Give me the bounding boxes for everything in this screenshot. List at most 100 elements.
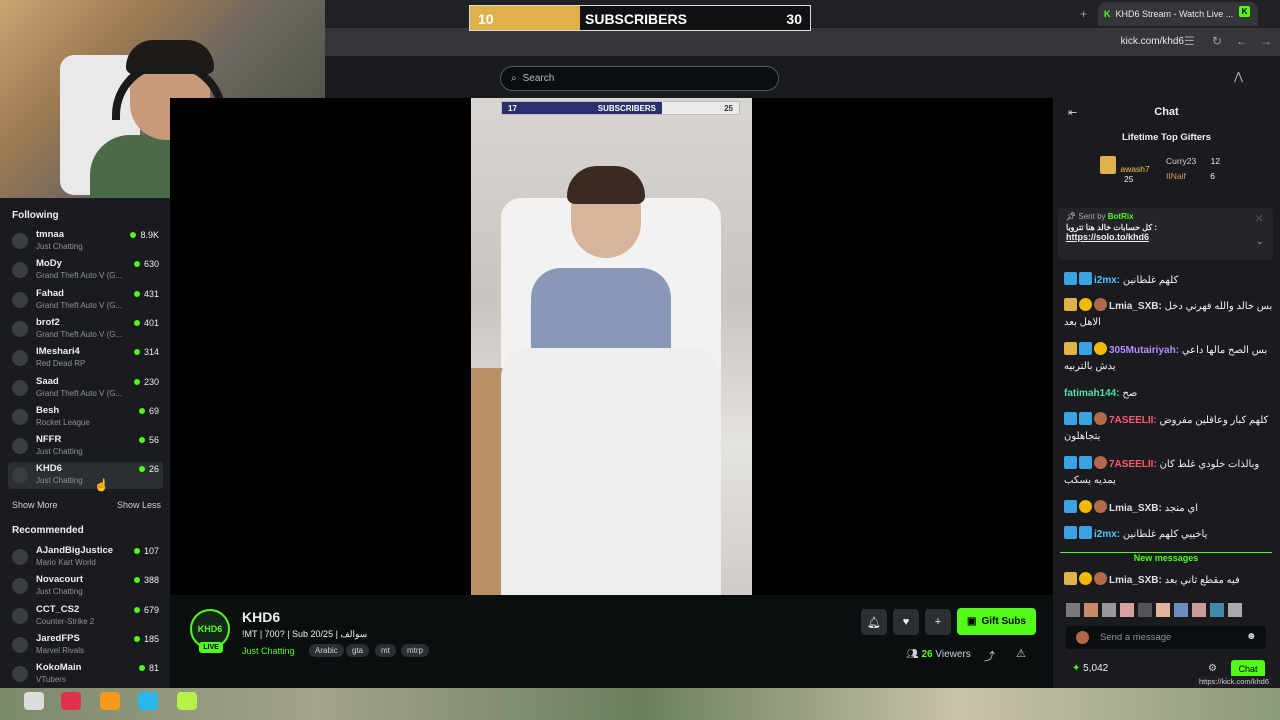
channel-avatar	[12, 291, 28, 308]
follow-heart-button[interactable]: ♥	[893, 609, 919, 635]
search-icon: ⌕	[511, 73, 517, 84]
sidebar-channel-recommended[interactable]: JaredFPS Marvel Rivals 185	[8, 632, 163, 659]
browser-tab[interactable]: K KHD6 Stream - Watch Live ...	[1098, 2, 1258, 26]
chat-username[interactable]: 305Mutairiyah:	[1109, 345, 1179, 356]
chat-badge-icon	[1094, 298, 1107, 311]
channel-avatar	[12, 549, 28, 565]
chat-username[interactable]: Lmia_SXB:	[1109, 301, 1162, 312]
kick-extension-icon[interactable]: K	[1239, 6, 1250, 17]
emoji-icon[interactable]: ☻	[1246, 631, 1257, 642]
search-input[interactable]: ⌕ Search	[500, 66, 779, 91]
chat-username[interactable]: i2mx:	[1094, 275, 1120, 286]
gifter-3[interactable]: IINaif 6	[1166, 171, 1215, 181]
channel-name: Saad	[36, 375, 59, 387]
new-tab-icon[interactable]: +	[1080, 7, 1087, 21]
chat-text: ياخييي كلهم غلطانين	[1122, 529, 1208, 540]
search-placeholder: Search	[522, 73, 555, 84]
gifter-1[interactable]: awash7 25	[1100, 156, 1150, 184]
bell-icon: 🔔︎	[867, 616, 881, 629]
channel-name: CCT_CS2	[36, 603, 80, 615]
chat-message: Lmia_SXB: اي منجد	[1064, 500, 1274, 517]
taskbar-app-icon[interactable]	[177, 692, 197, 710]
share-icon[interactable]: ⤴	[984, 648, 995, 664]
channel-category: Rocket League	[36, 417, 90, 427]
pinned-text: كل حسابات خالد هنا تتروبا :	[1066, 223, 1158, 232]
tag-arabic[interactable]: Arabic	[309, 644, 344, 657]
pinned-link[interactable]: https://solo.to/khd6	[1066, 232, 1265, 242]
mouse-cursor-icon: ☝	[94, 478, 109, 492]
reader-icon[interactable]: ☰	[1184, 34, 1195, 48]
sidebar-channel-following[interactable]: tmnaa Just Chatting 8.9K	[8, 228, 163, 255]
chat-username[interactable]: Lmia_SXB:	[1109, 503, 1162, 514]
channel-points[interactable]: ✦ 5,042	[1072, 663, 1108, 674]
sub-goal-current: 10	[470, 6, 580, 30]
sidebar-channel-following[interactable]: Fahad Grand Theft Auto V (G... 431	[8, 287, 163, 314]
sidebar-channel-following[interactable]: NFFR Just Chatting 56	[8, 433, 163, 460]
gift-subs-button[interactable]: ▣ Gift Subs	[957, 608, 1036, 635]
channel-viewers: 81	[138, 663, 159, 673]
channel-avatar	[12, 467, 28, 484]
tag-gta[interactable]: gta	[346, 644, 370, 657]
back-icon[interactable]: ←	[1236, 34, 1248, 48]
chat-badge-icon	[1094, 412, 1107, 425]
report-icon[interactable]: ⚠	[1016, 647, 1026, 660]
pinned-message[interactable]: 📌︎ Sent by BotRix كل حسابات خالد هنا تتر…	[1058, 208, 1273, 260]
sidebar-channel-following[interactable]: Besh Rocket League 69	[8, 404, 163, 431]
sidebar-channel-following[interactable]: IMeshari4 Red Dead RP 314	[8, 345, 163, 372]
streamer-name[interactable]: KHD6	[242, 609, 280, 625]
stream-category[interactable]: Just Chatting	[242, 646, 295, 656]
channel-viewers: 69	[138, 406, 159, 416]
channel-name: tmnaa	[36, 229, 64, 240]
taskbar-app-icon[interactable]	[61, 692, 81, 710]
sidebar-channel-recommended[interactable]: KokoMain VTubers 81	[8, 661, 163, 688]
live-dot-icon	[133, 606, 140, 613]
taskbar-app-icon[interactable]	[24, 692, 44, 710]
chat-badge-icon	[1064, 500, 1077, 513]
reload-icon[interactable]: ↻	[1212, 34, 1222, 48]
chat-text: صح	[1122, 388, 1138, 399]
channel-name: JaredFPS	[36, 632, 80, 644]
sub-goal-target: 30	[786, 11, 802, 27]
chat-input-placeholder: Send a message	[1100, 632, 1172, 643]
channel-avatar	[12, 379, 28, 396]
chat-input[interactable]: Send a message	[1066, 626, 1266, 649]
live-dot-icon	[133, 577, 140, 584]
taskbar-app-icon[interactable]	[138, 692, 158, 710]
sidebar-channel-following[interactable]: KHD6 Just Chatting 26	[8, 462, 163, 490]
sidebar-channel-recommended[interactable]: AJandBigJustice Mario Kart World 107	[8, 544, 163, 571]
notification-bell-button[interactable]: 🔔︎	[861, 609, 887, 635]
heart-icon: ♥	[902, 616, 910, 628]
gift-subs-label: Gift Subs	[981, 616, 1026, 627]
sidebar-channel-following[interactable]: Saad Grand Theft Auto V (G... 230	[8, 375, 163, 402]
chat-badge-icon	[1064, 272, 1077, 285]
chat-username[interactable]: 7ASEELII:	[1109, 459, 1157, 470]
forward-icon[interactable]: →	[1260, 34, 1272, 48]
tab-title: KHD6 Stream - Watch Live ...	[1115, 9, 1234, 19]
tag-mt[interactable]: mt	[375, 644, 396, 657]
channel-avatar	[12, 262, 28, 279]
sidebar-channel-recommended[interactable]: Novacourt Just Chatting 388	[8, 573, 163, 600]
header-menu-icon[interactable]: ⋀	[1234, 70, 1243, 83]
address-url[interactable]: kick.com/khd6	[1121, 36, 1184, 47]
sidebar-channel-recommended[interactable]: CCT_CS2 Counter-Strike 2 679	[8, 603, 163, 630]
channel-name: Fahad	[36, 287, 64, 299]
taskbar-app-icon[interactable]	[100, 692, 120, 710]
sidebar-channel-following[interactable]: brof2 Grand Theft Auto V (G... 401	[8, 316, 163, 343]
chat-badge-icon	[1079, 456, 1092, 469]
expand-pinned-icon[interactable]: ⌄	[1256, 236, 1264, 247]
unpin-icon[interactable]: ⤫	[1256, 214, 1262, 224]
settings-gear-icon[interactable]: ⚙	[1208, 663, 1217, 674]
emote-row[interactable]	[1066, 603, 1266, 619]
chat-badge-icon	[1064, 456, 1077, 469]
chat-username[interactable]: fatimah144:	[1064, 388, 1120, 399]
chat-username[interactable]: i2mx:	[1094, 529, 1120, 540]
sidebar-channel-following[interactable]: MoDy Grand Theft Auto V (G... 630	[8, 257, 163, 284]
chat-message: i2mx: كلهم غلطانين	[1064, 272, 1274, 289]
gifter-2[interactable]: Curry23 12	[1166, 156, 1220, 166]
show-less-link[interactable]: Show Less	[117, 500, 161, 510]
new-messages-divider[interactable]: New messages	[1060, 552, 1272, 563]
show-more-link[interactable]: Show More	[12, 500, 58, 510]
tag-mtrp[interactable]: mtrp	[401, 644, 429, 657]
subscribe-plus-button[interactable]: +	[925, 609, 951, 635]
chat-username[interactable]: 7ASEELII:	[1109, 415, 1157, 426]
